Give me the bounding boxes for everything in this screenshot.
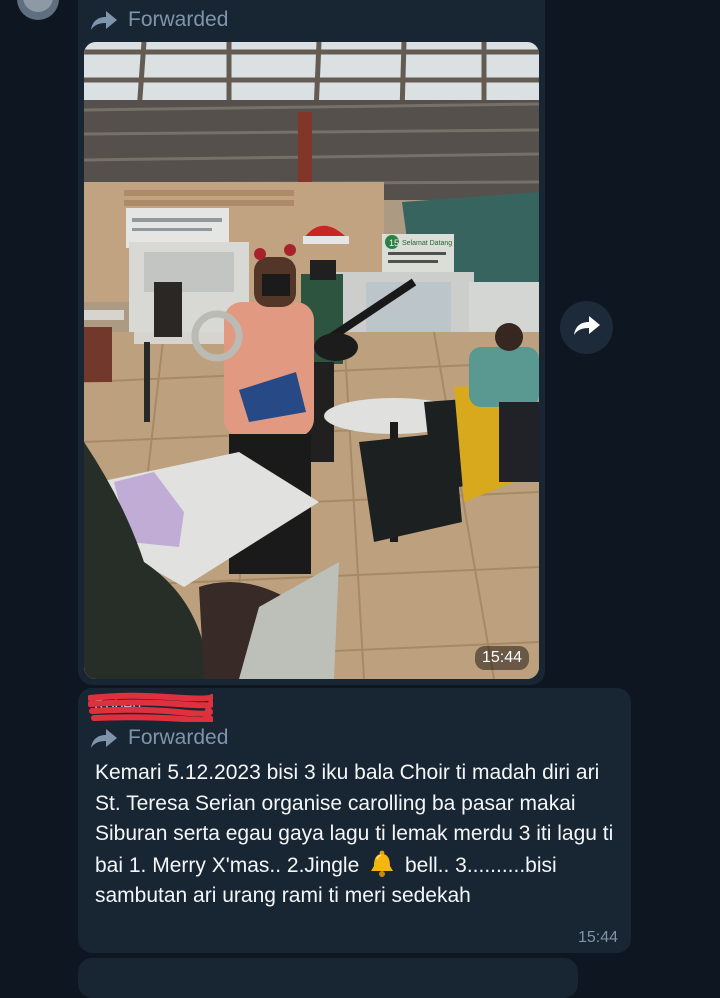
forwarded-label: Forwarded (128, 8, 229, 31)
share-arrow-icon (573, 314, 601, 341)
bell-emoji-icon (369, 850, 395, 878)
sender-avatar[interactable] (17, 0, 59, 20)
share-button[interactable] (560, 301, 613, 354)
carolling-photo-illustration: 15 Selamat Datang (84, 42, 539, 679)
forwarded-photo[interactable]: 15 Selamat Datang 15:44 (84, 42, 539, 679)
forwarded-header: Forwarded (90, 8, 228, 32)
message-timestamp: 15:44 (577, 929, 618, 946)
forward-arrow-icon (90, 9, 118, 31)
photo-timestamp: 15:44 (474, 646, 529, 670)
message-text: Kemari 5.12.2023 bisi 3 iku bala Choir t… (95, 758, 620, 912)
forwarded-label: Forwarded (128, 726, 229, 749)
sender-name[interactable]: Robert (88, 692, 213, 722)
red-redaction-scribble (88, 692, 213, 722)
forward-arrow-icon (90, 727, 118, 749)
next-message-bubble[interactable] (78, 958, 578, 998)
forwarded-header-2: Forwarded (90, 726, 228, 750)
